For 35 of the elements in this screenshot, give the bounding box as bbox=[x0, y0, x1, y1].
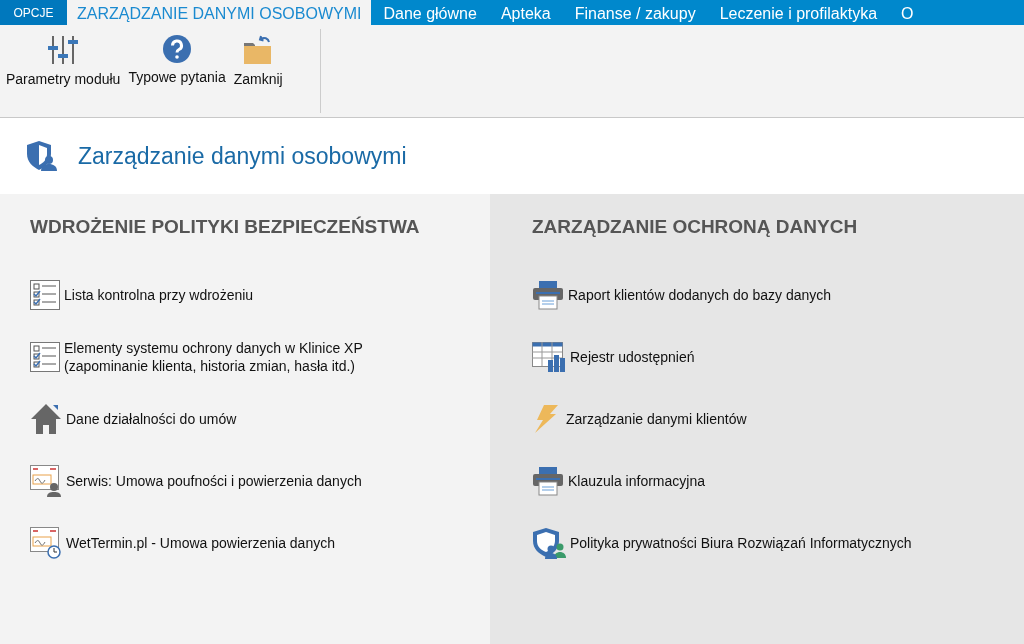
ribbon-tab[interactable]: OPCJE bbox=[0, 0, 67, 25]
ribbon-button[interactable]: Typowe pytania bbox=[124, 35, 230, 85]
ribbon-tab[interactable]: Leczenie i profilaktyka bbox=[707, 0, 890, 25]
page-title: Zarządzanie danymi osobowymi bbox=[78, 142, 407, 170]
section-heading: WDROŻENIE POLITYKI BEZPIECZEŃSTWA bbox=[30, 216, 421, 238]
sliders-icon bbox=[47, 35, 80, 65]
link[interactable]: Polityka prywatności Biura Rozwiązań Informatycznych bbox=[570, 533, 912, 553]
ribbon-tab[interactable]: Dane główne bbox=[371, 0, 489, 25]
link[interactable]: Serwis: Umowa poufności i powierzenia danych bbox=[66, 471, 362, 491]
ribbon-tab[interactable]: Finanse / zakupy bbox=[562, 0, 708, 25]
section-heading: ZARZĄDZANIE OCHRONĄ DANYCH bbox=[532, 216, 859, 238]
ribbon-tab[interactable]: O bbox=[889, 0, 926, 25]
contract-icon bbox=[30, 527, 62, 559]
checklist-icon bbox=[30, 280, 60, 310]
link[interactable]: Elementy systemu ochrony danych w Klinice XP (zapominanie klienta, historia zmian, hasła itd.) bbox=[64, 338, 363, 376]
link[interactable]: Raport klientów dodanych do bazy danych bbox=[568, 285, 832, 305]
printer-icon bbox=[532, 466, 564, 496]
link[interactable]: Rejestr udostępnień bbox=[570, 347, 695, 367]
contract-icon bbox=[30, 465, 62, 497]
shield-user-icon bbox=[26, 140, 58, 172]
folder-icon bbox=[243, 35, 274, 65]
link[interactable]: Dane działalności do umów bbox=[66, 409, 237, 429]
help-icon bbox=[163, 35, 192, 63]
ribbon-button[interactable]: Zamknij bbox=[229, 35, 287, 87]
ribbon-tab[interactable]: Apteka bbox=[488, 0, 563, 25]
printer-icon bbox=[532, 280, 564, 310]
table-chart-icon bbox=[532, 342, 566, 372]
link[interactable]: Lista kontrolna przy wdrożeniu bbox=[64, 285, 254, 305]
link[interactable]: Klauzula informacyjna bbox=[568, 471, 705, 491]
link[interactable]: WetTermin.pl - Umowa powierzenia danych bbox=[66, 533, 335, 553]
link[interactable]: Zarządzanie danymi klientów bbox=[566, 409, 747, 429]
shield-users-icon bbox=[532, 527, 566, 559]
ribbon-button[interactable]: Parametry modułu bbox=[0, 35, 125, 87]
checklist-icon bbox=[30, 342, 60, 372]
house-icon bbox=[30, 403, 62, 435]
